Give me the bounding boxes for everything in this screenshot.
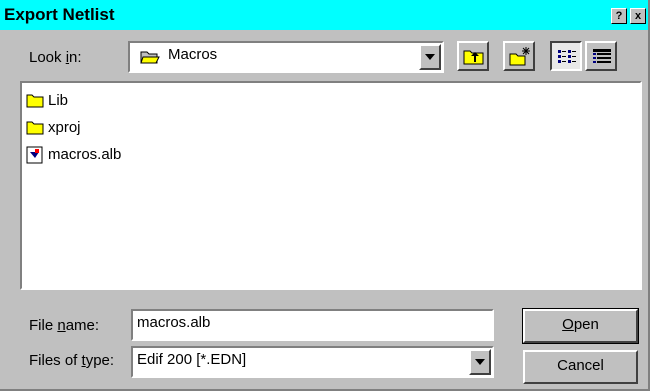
details-view-icon xyxy=(593,49,611,63)
cancel-button[interactable]: Cancel xyxy=(523,350,638,384)
create-new-folder-button[interactable] xyxy=(503,41,535,71)
close-button[interactable]: x xyxy=(630,8,646,24)
open-folder-icon xyxy=(140,51,160,64)
file-icon xyxy=(26,146,43,164)
file-name-value: macros.alb xyxy=(137,314,211,331)
file-type-label: Files of type: xyxy=(29,352,115,369)
title-bar[interactable]: Export Netlist ? x xyxy=(0,0,648,30)
file-type-value: Edif 200 [*.EDN] xyxy=(137,351,247,368)
file-name-label: File name: xyxy=(29,317,100,334)
file-name-input[interactable]: macros.alb xyxy=(131,309,494,341)
open-button[interactable]: Open xyxy=(522,308,639,344)
look-in-select[interactable]: Macros xyxy=(128,41,444,73)
file-name-label: Lib xyxy=(48,92,69,109)
export-netlist-dialog: Export Netlist ? x Look in: Macros Lib x… xyxy=(0,0,650,391)
list-view-icon xyxy=(558,50,576,63)
dialog-title: Export Netlist xyxy=(4,5,115,24)
file-list[interactable]: Lib xproj macros.alb xyxy=(20,81,642,290)
list-view-button[interactable] xyxy=(550,41,582,71)
folder-icon xyxy=(26,94,44,108)
help-button[interactable]: ? xyxy=(611,8,627,24)
up-one-level-button[interactable] xyxy=(457,41,489,71)
new-folder-icon xyxy=(509,47,530,66)
file-type-dropdown-button[interactable] xyxy=(469,349,491,375)
up-folder-icon xyxy=(463,50,484,65)
file-name-label: xproj xyxy=(48,119,81,136)
details-view-button[interactable] xyxy=(585,41,617,71)
look-in-dropdown-button[interactable] xyxy=(419,44,441,70)
file-type-select[interactable]: Edif 200 [*.EDN] xyxy=(131,346,494,378)
folder-icon xyxy=(26,121,44,135)
file-name-label: macros.alb xyxy=(48,146,122,163)
look-in-label: Look in: xyxy=(29,49,82,66)
look-in-value: Macros xyxy=(168,46,218,63)
